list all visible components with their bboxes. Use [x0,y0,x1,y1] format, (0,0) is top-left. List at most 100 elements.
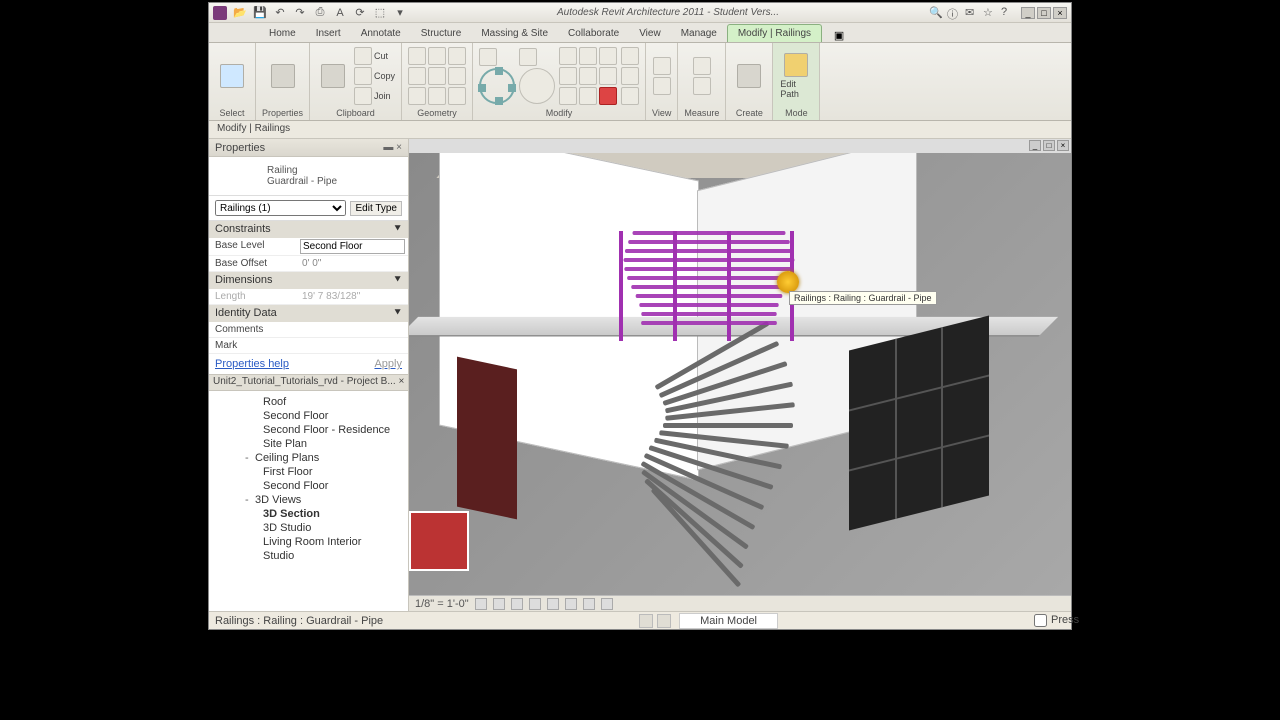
create-similar-button[interactable] [732,50,766,102]
trim-icon[interactable] [579,47,597,65]
keyword-icon[interactable]: 🔍 [929,6,943,20]
tree-node[interactable]: Second Floor [211,479,406,493]
group-identity[interactable]: Identity Data⯆ [209,305,408,322]
design-option-label[interactable]: Main Model [679,613,778,629]
tab-modify-railings[interactable]: Modify | Railings [727,24,822,42]
tab-manage[interactable]: Manage [671,25,727,42]
browser-header[interactable]: Unit2_Tutorial_Tutorials_rvd - Project B… [209,375,408,391]
unpin-icon[interactable] [559,87,577,105]
delete-icon[interactable] [599,87,617,105]
tab-annotate[interactable]: Annotate [351,25,411,42]
measure-icon[interactable] [693,57,711,75]
3d-icon[interactable]: ⬚ [373,6,387,20]
tree-node[interactable]: -Ceiling Plans [211,451,406,465]
tab-home[interactable]: Home [259,25,306,42]
browser-tree[interactable]: RoofSecond FloorSecond Floor - Residence… [209,391,408,567]
hide-icon[interactable] [653,57,671,75]
cope-icon[interactable] [408,47,426,65]
group-constraints[interactable]: Constraints⯆ [209,221,408,238]
mod-ext1-icon[interactable] [621,47,639,65]
tree-node[interactable]: Roof [211,395,406,409]
visual-style-icon[interactable] [493,598,505,610]
tree-node[interactable]: Second Floor [211,409,406,423]
crop-region-icon[interactable] [565,598,577,610]
view-min-icon[interactable]: _ [1029,140,1041,151]
maximize-button[interactable]: □ [1037,7,1051,19]
modify-button[interactable] [215,50,249,102]
minimize-button[interactable]: _ [1021,7,1035,19]
undo-icon[interactable]: ↶ [273,6,287,20]
paste-button[interactable] [316,50,350,102]
rotate-tool-icon[interactable] [519,68,555,104]
tab-insert[interactable]: Insert [306,25,351,42]
star-icon[interactable]: ☆ [983,6,997,20]
properties-help-link[interactable]: Properties help [215,358,289,370]
view-max-icon[interactable]: □ [1043,140,1055,151]
help-icon[interactable]: ? [1001,6,1015,20]
context-close-icon[interactable]: ▣ [830,28,848,42]
type-selector[interactable]: Railing Guardrail - Pipe [209,157,408,196]
properties-header[interactable]: Properties ▬ × [209,139,408,157]
apply-button[interactable]: Apply [374,358,402,370]
comm-icon[interactable]: ✉ [965,6,979,20]
model-railing-selected[interactable] [619,231,799,341]
mirror-icon[interactable] [559,47,577,65]
open-icon[interactable]: 📂 [233,6,247,20]
group-dimensions[interactable]: Dimensions⯆ [209,272,408,289]
tab-massing[interactable]: Massing & Site [471,25,558,42]
scale-icon[interactable] [579,67,597,85]
mod-ext2-icon[interactable] [621,67,639,85]
close-icon[interactable]: ▬ × [383,142,402,153]
app-menu-icon[interactable] [213,6,227,20]
view-close-icon[interactable]: × [1057,140,1069,151]
override-icon[interactable] [653,77,671,95]
tab-collaborate[interactable]: Collaborate [558,25,629,42]
demolish-icon[interactable] [408,87,426,105]
editable-icon[interactable] [657,614,671,628]
info-icon[interactable]: ⓘ [947,6,961,20]
workset-icon[interactable] [639,614,653,628]
split-icon[interactable] [599,47,617,65]
split-face-icon[interactable] [428,67,446,85]
tree-node[interactable]: Second Floor - Residence [211,423,406,437]
cut-geom-icon[interactable] [428,47,446,65]
dimension-icon[interactable] [693,77,711,95]
sync-icon[interactable]: ⟳ [353,6,367,20]
join-icon[interactable] [354,87,372,105]
geom-opt-icon[interactable] [428,87,446,105]
mark-value[interactable] [300,339,405,341]
text-icon[interactable]: A [333,6,347,20]
save-icon[interactable]: 💾 [253,6,267,20]
edit-path-button[interactable]: Edit Path [779,50,813,102]
tree-node[interactable]: -3D Views [211,493,406,507]
properties-button[interactable] [266,50,300,102]
temp-hide-icon[interactable] [583,598,595,610]
scale-label[interactable]: 1/8" = 1'-0" [415,598,469,610]
tree-node[interactable]: Living Room Interior [211,535,406,549]
mod-ext3-icon[interactable] [621,87,639,105]
comments-value[interactable] [300,323,405,325]
tree-node[interactable]: Studio [211,549,406,563]
3d-viewport[interactable]: Railings : Railing : Guardrail - Pipe [409,153,1071,595]
paint-icon[interactable] [448,67,466,85]
shadows-icon[interactable] [529,598,541,610]
print-icon[interactable]: ⎙ [313,6,327,20]
pin-icon[interactable] [599,67,617,85]
base-offset-value[interactable]: 0' 0" [300,257,405,270]
detail-level-icon[interactable] [475,598,487,610]
copy-icon[interactable] [354,67,372,85]
offset-icon[interactable] [519,48,537,66]
tree-node[interactable]: 3D Studio [211,521,406,535]
press-drag-checkbox[interactable] [1034,614,1047,627]
crop-icon[interactable] [547,598,559,610]
sun-path-icon[interactable] [511,598,523,610]
cut-icon[interactable] [354,47,372,65]
tree-node[interactable]: 3D Section [211,507,406,521]
base-level-input[interactable] [300,239,405,254]
move-tool-icon[interactable] [479,68,515,104]
tree-node[interactable]: First Floor [211,465,406,479]
tab-structure[interactable]: Structure [411,25,472,42]
group-icon[interactable] [579,87,597,105]
wall-join-icon[interactable] [408,67,426,85]
reveal-icon[interactable] [601,598,613,610]
